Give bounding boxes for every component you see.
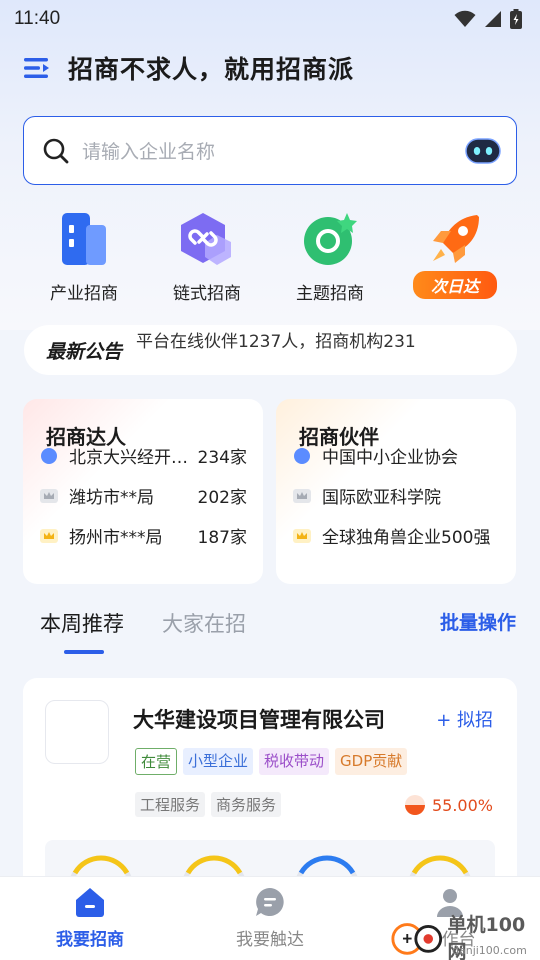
- gdp-tag: GDP贡献: [335, 748, 408, 775]
- notice-bar[interactable]: 最新公告 平台在线伙伴1237人，招商机构231: [24, 325, 517, 375]
- expert-name: 潍坊市**局: [69, 487, 154, 508]
- expert-name: 北京大兴经开…: [69, 447, 188, 468]
- category-theme[interactable]: 主题招商: [268, 205, 392, 304]
- status-badge: 在营: [135, 748, 178, 775]
- notice-brand: 最新公告: [46, 337, 122, 364]
- silver-crown-icon: [293, 489, 311, 503]
- battery-icon: [510, 9, 522, 29]
- category-next-day[interactable]: 次日达: [393, 205, 517, 299]
- service-tags: 工程服务 商务服务: [135, 792, 282, 817]
- expert-name: 扬州市***局: [69, 527, 163, 548]
- list-item[interactable]: 全球独角兽企业500强: [292, 523, 500, 548]
- tab-indicator: [64, 650, 104, 654]
- notice-message: 平台在线伙伴1237人，招商机构231: [136, 331, 416, 352]
- home-icon: [76, 888, 104, 917]
- nav-label: 我要招商: [56, 930, 124, 950]
- gold-crown-icon: [293, 529, 311, 543]
- partners-panel[interactable]: 招商伙伴 中国中小企业协会 国际欧亚科学院 全球独角兽企业500强: [276, 399, 516, 584]
- company-name: 大华建设项目管理有限公司: [133, 708, 385, 732]
- percent-value: 55.00%: [431, 795, 493, 815]
- list-item[interactable]: 中国中小企业协会: [292, 443, 500, 468]
- app-header: 招商不求人，就用招商派: [22, 50, 354, 86]
- add-intent-button[interactable]: + 拟招: [436, 706, 493, 732]
- tab-weekly[interactable]: 本周推荐: [40, 608, 124, 638]
- silver-crown-icon: [40, 489, 58, 503]
- partner-name: 国际欧亚科学院: [322, 487, 441, 508]
- progress-ball-icon: [404, 795, 425, 815]
- ai-robot-icon[interactable]: [464, 136, 502, 166]
- theme-circle-icon: [304, 213, 357, 265]
- category-label: 链式招商: [173, 284, 241, 304]
- category-label: 产业招商: [50, 284, 118, 304]
- tab-everyone[interactable]: 大家在招: [162, 608, 246, 638]
- category-chain[interactable]: 链式招商: [145, 205, 269, 304]
- service-tag: 工程服务: [135, 792, 206, 817]
- experts-panel[interactable]: 招商达人 北京大兴经开… 234家 潍坊市**局 202家 扬州市***局 18…: [23, 399, 263, 584]
- batch-operation-button[interactable]: 批量操作: [440, 608, 516, 635]
- company-tags: 在营 小型企业 税收带动 GDP贡献: [135, 748, 408, 775]
- wifi-icon: [454, 10, 476, 27]
- size-tag: 小型企业: [183, 748, 254, 775]
- rocket-icon: [433, 215, 479, 263]
- partner-name: 全球独角兽企业500强: [322, 527, 491, 548]
- page-title: 招商不求人，就用招商派: [68, 55, 355, 84]
- tax-tag: 税收带动: [259, 748, 330, 775]
- list-item[interactable]: 扬州市***局 187家: [39, 523, 247, 548]
- menu-icon[interactable]: [22, 53, 52, 83]
- list-item[interactable]: 潍坊市**局 202家: [39, 483, 247, 508]
- category-row: 产业招商 链式招商 主题招商 次日达: [0, 205, 540, 315]
- medal-icon: [294, 448, 310, 464]
- next-day-badge: 次日达: [412, 271, 497, 299]
- status-time: 11:40: [14, 8, 61, 29]
- chain-link-icon: [181, 213, 231, 265]
- building-icon: [62, 213, 106, 265]
- notice-brand-text: 最新公告: [46, 340, 123, 363]
- search-box[interactable]: 请输入企业名称: [23, 116, 517, 185]
- signal-icon: [485, 11, 501, 27]
- svg-text:+: +: [402, 929, 412, 949]
- status-icons: [454, 9, 522, 29]
- search-icon: [43, 138, 69, 163]
- partner-name: 中国中小企业协会: [322, 447, 458, 468]
- watermark: + 单机100网 danji100.com: [390, 914, 540, 960]
- watermark-logo: +: [391, 923, 443, 955]
- watermark-sub: danji100.com: [452, 944, 527, 957]
- company-logo: [45, 700, 109, 764]
- expert-count: 187家: [197, 527, 247, 548]
- list-item[interactable]: 北京大兴经开… 234家: [39, 443, 247, 468]
- medal-icon: [41, 448, 57, 464]
- chat-icon: [256, 888, 284, 916]
- nav-invest[interactable]: 我要招商: [30, 885, 150, 950]
- nav-reach[interactable]: 我要触达: [210, 885, 330, 950]
- category-industry[interactable]: 产业招商: [22, 205, 146, 304]
- search-placeholder: 请输入企业名称: [82, 141, 216, 163]
- category-label: 主题招商: [296, 284, 364, 304]
- service-tag: 商务服务: [211, 792, 282, 817]
- list-item[interactable]: 国际欧亚科学院: [292, 483, 500, 508]
- match-percent: 55.00%: [404, 794, 493, 816]
- expert-count: 234家: [197, 447, 247, 468]
- status-bar: 11:40: [0, 0, 540, 38]
- gold-crown-icon: [40, 529, 58, 543]
- expert-count: 202家: [197, 487, 247, 508]
- recommend-tabs: 本周推荐 大家在招 批量操作: [0, 600, 540, 660]
- nav-label: 我要触达: [236, 930, 304, 950]
